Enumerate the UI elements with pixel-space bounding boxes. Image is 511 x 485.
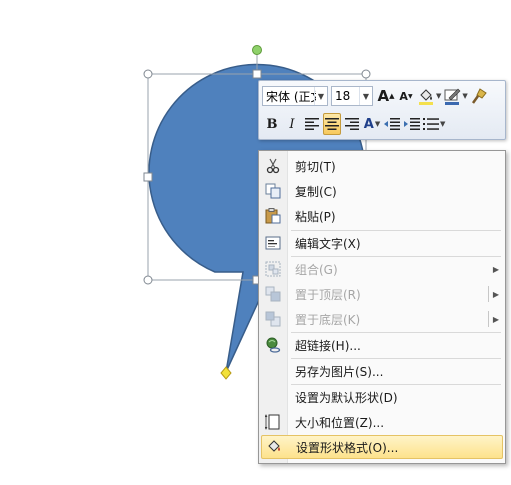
decrease-indent-button[interactable]: [383, 113, 401, 135]
paint-bucket-icon: [419, 89, 433, 105]
menu-item-cut[interactable]: 剪切(T): [261, 154, 503, 178]
italic-icon: I: [289, 116, 295, 132]
menu-item-label: 置于底层(K): [295, 312, 361, 327]
bullets-icon: [423, 118, 439, 130]
menu-item-format-shape[interactable]: 设置形状格式(O)...: [261, 435, 503, 459]
menu-item-label: 复制(C): [295, 184, 337, 199]
resize-handle-bottom-left[interactable]: [143, 275, 153, 285]
resize-handle-top-left[interactable]: [143, 69, 153, 79]
submenu-arrow-icon: ▶: [488, 311, 503, 327]
menu-item-edit-text[interactable]: 编辑文字(X): [261, 231, 503, 255]
menu-item-size-position[interactable]: 大小和位置(Z)...: [261, 410, 503, 434]
grow-font-button[interactable]: A ▲: [377, 85, 395, 107]
menu-item-label: 编辑文字(X): [295, 236, 361, 251]
menu-item-copy[interactable]: 复制(C): [261, 179, 503, 203]
menu-item-label: 剪切(T): [295, 159, 336, 174]
rotation-handle[interactable]: [252, 45, 262, 55]
edit-text-icon: [265, 236, 281, 250]
bold-icon: B: [266, 116, 278, 132]
copy-icon: [265, 183, 281, 199]
align-center-icon: [325, 118, 339, 130]
increase-indent-icon: [404, 118, 420, 130]
align-left-button[interactable]: [303, 113, 321, 135]
menu-item-label: 组合(G): [295, 262, 338, 277]
menu-item-label: 置于顶层(R): [295, 287, 361, 302]
font-size-value: 18: [335, 89, 351, 103]
bullets-button[interactable]: ▼: [423, 113, 445, 135]
resize-handle-top-right[interactable]: [361, 69, 371, 79]
menu-item-set-default-shape[interactable]: 设置为默认形状(D): [261, 385, 503, 409]
adjust-handle[interactable]: [220, 366, 232, 380]
resize-handle-top[interactable]: [252, 69, 262, 79]
font-name-value: 宋体 (正文: [266, 89, 316, 104]
menu-item-group[interactable]: 组合(G) ▶: [261, 257, 503, 281]
submenu-arrow-icon: ▶: [488, 286, 503, 302]
resize-handle-left[interactable]: [143, 172, 153, 182]
format-painter-button[interactable]: [470, 85, 488, 107]
menu-item-bring-to-front[interactable]: 置于顶层(R) ▶: [261, 282, 503, 306]
menu-item-send-to-back[interactable]: 置于底层(K) ▶: [261, 307, 503, 331]
mini-toolbar: 宋体 (正文 ▼ 18 ▼ A▲ A▼ ▼ ▼: [258, 80, 506, 140]
grow-font-icon: A: [377, 87, 390, 105]
font-color-button[interactable]: A ▼: [363, 113, 381, 135]
font-name-combo[interactable]: 宋体 (正文 ▼: [262, 86, 328, 106]
size-position-icon: [265, 414, 280, 430]
italic-button[interactable]: I: [283, 113, 301, 135]
menu-item-label: 设置为默认形状(D): [295, 390, 398, 405]
line-color-button[interactable]: ▼: [443, 85, 468, 107]
pen-icon: [444, 88, 461, 105]
hyperlink-icon: [266, 337, 281, 353]
fill-color-button[interactable]: ▼: [417, 85, 441, 107]
context-menu: 剪切(T) 复制(C) 粘贴(P) 编辑文字(X) 组合(G) ▶ 置于顶层(R…: [258, 150, 506, 464]
scissors-icon: [266, 158, 280, 174]
increase-indent-button[interactable]: [403, 113, 421, 135]
align-right-icon: [345, 118, 359, 130]
shrink-font-button[interactable]: A ▼: [397, 85, 415, 107]
shrink-font-icon: A: [399, 89, 408, 103]
font-color-icon: A: [363, 116, 374, 132]
paste-icon: [265, 208, 281, 224]
format-shape-icon: [268, 440, 280, 452]
align-right-button[interactable]: [343, 113, 361, 135]
format-painter-icon: [471, 88, 487, 104]
menu-item-label: 大小和位置(Z)...: [295, 415, 385, 430]
menu-item-label: 超链接(H)...: [295, 338, 361, 353]
send-to-back-icon: [265, 311, 281, 327]
mini-toolbar-row-2: B I A ▼ ▼: [262, 112, 446, 136]
menu-item-paste[interactable]: 粘贴(P): [261, 204, 503, 228]
bold-button[interactable]: B: [263, 113, 281, 135]
group-icon: [265, 261, 281, 277]
mini-toolbar-row-1: 宋体 (正文 ▼ 18 ▼ A▲ A▼ ▼ ▼: [262, 84, 489, 108]
chevron-down-icon[interactable]: ▼: [359, 87, 372, 105]
chevron-down-icon[interactable]: ▼: [314, 87, 327, 105]
menu-item-label: 粘贴(P): [295, 209, 336, 224]
menu-item-hyperlink[interactable]: 超链接(H)...: [261, 333, 503, 357]
menu-item-label: 另存为图片(S)...: [295, 364, 384, 379]
menu-item-label: 设置形状格式(O)...: [296, 440, 399, 455]
menu-item-save-as-picture[interactable]: 另存为图片(S)...: [261, 359, 503, 383]
align-center-button[interactable]: [323, 113, 341, 135]
font-size-combo[interactable]: 18 ▼: [331, 86, 373, 106]
bring-to-front-icon: [265, 286, 281, 302]
decrease-indent-icon: [384, 118, 400, 130]
submenu-arrow-icon: ▶: [492, 264, 500, 274]
align-left-icon: [305, 118, 319, 130]
